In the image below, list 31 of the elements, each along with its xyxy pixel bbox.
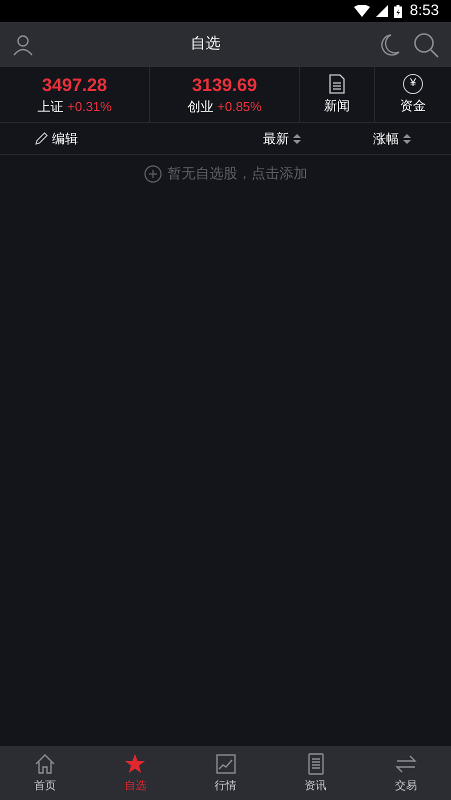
pencil-icon [35, 132, 48, 145]
index-name: 上证 [37, 98, 64, 116]
index-value: 3139.69 [192, 74, 258, 97]
yuan-cycle-icon: ¥ [403, 74, 423, 94]
nav-tab[interactable]: 资讯 [270, 746, 361, 800]
signal-icon [376, 5, 388, 17]
nav-tab[interactable]: 行情 [180, 746, 271, 800]
index-card[interactable]: 3497.28 上证 +0.31% [0, 67, 150, 122]
index-change: +0.31% [67, 98, 112, 116]
page-title: 自选 [190, 34, 222, 54]
index-name: 创业 [187, 98, 214, 116]
sort-icon [293, 134, 301, 144]
news-button[interactable]: 新闻 [300, 67, 375, 122]
index-value: 3497.28 [42, 74, 108, 97]
sort-icon [403, 134, 411, 144]
battery-icon [394, 4, 402, 18]
document-icon [327, 74, 347, 94]
search-button[interactable] [413, 32, 439, 58]
nav-tab[interactable]: 交易 [360, 746, 451, 800]
plus-circle-icon [144, 164, 162, 182]
profile-button[interactable] [12, 34, 34, 56]
sort-column-header[interactable]: 最新 [263, 128, 301, 148]
index-change: +0.85% [217, 98, 262, 116]
status-time: 8:53 [410, 0, 439, 21]
funds-button[interactable]: ¥ 资金 [375, 67, 451, 122]
edit-button[interactable]: 编辑 [35, 128, 78, 148]
wifi-icon [354, 5, 370, 17]
nav-tab[interactable]: 首页 [0, 746, 90, 800]
index-card[interactable]: 3139.69 创业 +0.85% [150, 67, 300, 122]
sort-column-header[interactable]: 涨幅 [373, 128, 411, 148]
chart-icon [214, 752, 238, 776]
